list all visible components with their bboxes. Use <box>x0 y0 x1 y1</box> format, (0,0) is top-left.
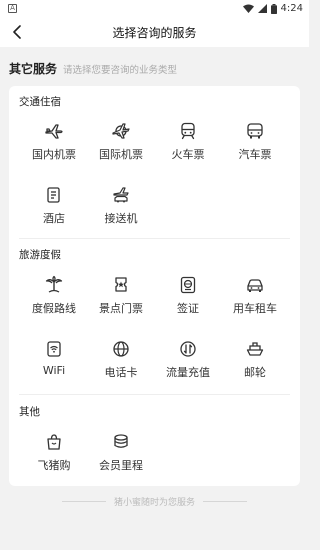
airplane-globe-icon <box>112 123 130 139</box>
footer-line-left <box>61 500 106 502</box>
service-label: 度假路线 <box>32 302 76 315</box>
service-label: 电话卡 <box>104 366 138 379</box>
service-label: 飞猪购 <box>37 459 71 472</box>
footer-line-right <box>203 500 247 502</box>
status-time: 4:24 <box>280 3 303 14</box>
section-subtitle: 请选择您要咨询的业务类型 <box>63 65 178 76</box>
ticket-icon <box>115 277 127 292</box>
service-airport-transfer[interactable]: 接送机 <box>91 184 151 230</box>
service-label: 汽车票 <box>238 148 272 161</box>
section-heading: 其它服务 请选择您要咨询的业务类型 <box>9 60 299 77</box>
globe-icon <box>113 341 129 357</box>
service-visa[interactable]: 签证 <box>158 274 218 320</box>
service-car-rental[interactable]: 用车租车 <box>225 274 285 320</box>
service-international-flight[interactable]: 国际机票 <box>91 120 151 166</box>
shopping-bag-icon <box>47 434 61 450</box>
service-label: 酒店 <box>43 212 65 225</box>
service-label: 火车票 <box>171 148 205 161</box>
section-title: 其它服务 <box>9 62 58 76</box>
service-label: 景点门票 <box>99 302 143 315</box>
services-card: 交通住宿 国内机票 国际机票 火车票 汽车票 酒店 接送机 旅游度假 度假路线 … <box>9 86 300 486</box>
service-cruise[interactable]: 邮轮 <box>225 338 285 384</box>
group-title-other: 其他 <box>19 406 40 418</box>
footer: 猪小蜜随时为您服务 <box>0 492 309 510</box>
service-label: 用车租车 <box>233 302 277 315</box>
bus-icon <box>247 123 263 139</box>
page-title: 选择咨询的服务 <box>112 25 197 40</box>
service-fliggy-shop[interactable]: 飞猪购 <box>24 431 84 477</box>
cell-signal-icon <box>257 4 267 13</box>
service-wifi[interactable]: WiFi <box>24 338 84 384</box>
service-label: 接送机 <box>104 212 138 225</box>
service-attraction-tickets[interactable]: 景点门票 <box>91 274 151 320</box>
group-divider <box>19 238 290 239</box>
chevron-left-icon <box>13 25 21 39</box>
service-train-ticket[interactable]: 火车票 <box>158 120 218 166</box>
airplane-icon <box>45 124 63 139</box>
service-phone-card[interactable]: 电话卡 <box>91 338 151 384</box>
service-hotel[interactable]: 酒店 <box>24 184 84 230</box>
hotel-icon <box>47 187 60 203</box>
service-label: 签证 <box>177 302 199 315</box>
train-icon <box>181 122 195 140</box>
service-bus-ticket[interactable]: 汽车票 <box>225 120 285 166</box>
service-member-miles[interactable]: 会员里程 <box>91 431 151 477</box>
service-label: 国际机票 <box>99 148 143 161</box>
airport-transfer-icon <box>113 187 129 203</box>
service-label: WiFi <box>42 364 66 377</box>
battery-icon <box>270 3 277 14</box>
status-bar: A 4:24 <box>0 0 309 17</box>
footer-text: 猪小蜜随时为您服务 <box>113 497 195 508</box>
wifi-signal-icon <box>242 4 254 13</box>
group-title-vacation: 旅游度假 <box>19 249 61 261</box>
header-bar: 选择咨询的服务 <box>0 17 309 47</box>
palm-tree-icon <box>45 275 63 293</box>
passport-icon <box>180 276 196 294</box>
service-label: 流量充值 <box>166 366 210 379</box>
group-divider <box>19 394 290 395</box>
service-data-recharge[interactable]: 流量充值 <box>158 338 218 384</box>
data-recharge-icon <box>180 341 196 357</box>
app-notification-icon: A <box>8 4 17 13</box>
service-label: 邮轮 <box>244 366 266 379</box>
back-button[interactable] <box>6 21 28 43</box>
service-domestic-flight[interactable]: 国内机票 <box>24 120 84 166</box>
group-title-transport: 交通住宿 <box>19 96 61 108</box>
service-label: 会员里程 <box>99 459 143 472</box>
service-vacation-routes[interactable]: 度假路线 <box>24 274 84 320</box>
car-icon <box>247 279 263 292</box>
service-label: 国内机票 <box>32 148 76 161</box>
cruise-ship-icon <box>246 342 264 356</box>
wifi-card-icon <box>47 341 61 357</box>
coins-icon <box>114 434 128 448</box>
